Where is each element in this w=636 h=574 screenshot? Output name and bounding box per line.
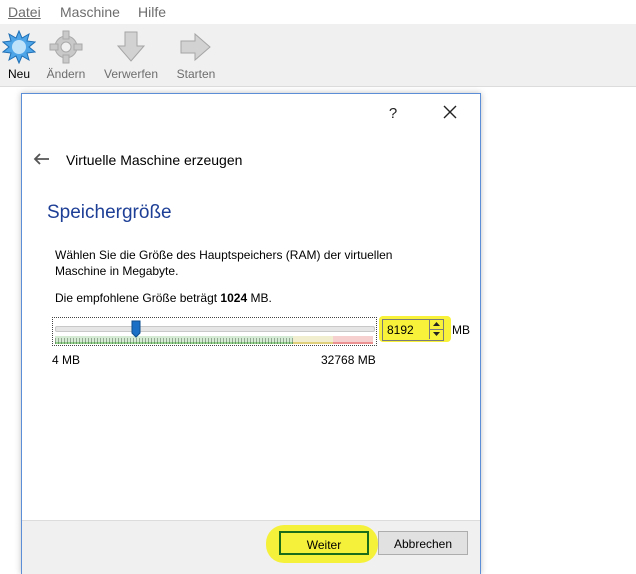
next-button[interactable]: Weiter (279, 531, 369, 555)
arrow-down-icon (116, 31, 146, 62)
memory-spinbox[interactable]: 8192 (382, 319, 444, 341)
discard-label: Verwerfen (103, 67, 159, 81)
help-button[interactable]: ? (386, 105, 400, 122)
spinbox-value[interactable]: 8192 (387, 323, 414, 337)
memory-slider[interactable] (52, 317, 377, 346)
slider-track (55, 326, 375, 332)
menu-file-label: Datei (8, 4, 41, 20)
caret-down-icon (433, 332, 440, 336)
toolbar: Neu Ändern Verwerfen Starten (0, 24, 636, 87)
unit-label: MB (452, 323, 470, 337)
starburst-icon (2, 30, 36, 64)
spin-down-button[interactable] (429, 330, 443, 339)
start-label: Starten (176, 67, 216, 81)
menu-help[interactable]: Hilfe (138, 4, 166, 20)
back-arrow-icon[interactable] (32, 152, 50, 166)
menu-machine-label: Maschine (60, 4, 120, 20)
arrow-right-icon (180, 32, 211, 62)
menu-file[interactable]: Datei (8, 4, 41, 20)
cancel-button[interactable]: Abbrechen (378, 531, 468, 555)
close-icon[interactable] (440, 102, 460, 122)
page-heading: Speichergröße (47, 202, 172, 223)
gear-icon (49, 30, 83, 64)
slider-min-label: 4 MB (52, 353, 81, 367)
recommendation-text: Die empfohlene Größe beträgt 1024 MB. (55, 291, 272, 305)
create-vm-dialog: ? Virtuelle Maschine erzeugen Speichergr… (21, 93, 481, 574)
change-label: Ändern (46, 67, 86, 81)
caret-up-icon (433, 322, 440, 326)
menu-machine[interactable]: Maschine (60, 4, 120, 20)
menu-bar: Datei Maschine Hilfe (0, 0, 636, 24)
start-button[interactable]: Starten (164, 28, 228, 82)
slider-ticks (55, 336, 373, 344)
spin-up-button[interactable] (429, 320, 443, 330)
dialog-footer: Weiter Abbrechen (22, 520, 480, 574)
slider-max-label: 32768 MB (321, 353, 376, 367)
discard-button[interactable]: Verwerfen (99, 28, 163, 82)
slider-thumb[interactable] (131, 320, 141, 338)
change-button[interactable]: Ändern (34, 28, 98, 82)
description-text: Wählen Sie die Größe des Hauptspeichers … (55, 248, 393, 278)
recommend-prefix: Die empfohlene Größe beträgt (55, 291, 221, 305)
wizard-title: Virtuelle Maschine erzeugen (66, 152, 243, 168)
recommend-suffix: MB. (247, 291, 272, 305)
recommend-value: 1024 (220, 291, 248, 305)
menu-help-label: Hilfe (138, 4, 167, 20)
